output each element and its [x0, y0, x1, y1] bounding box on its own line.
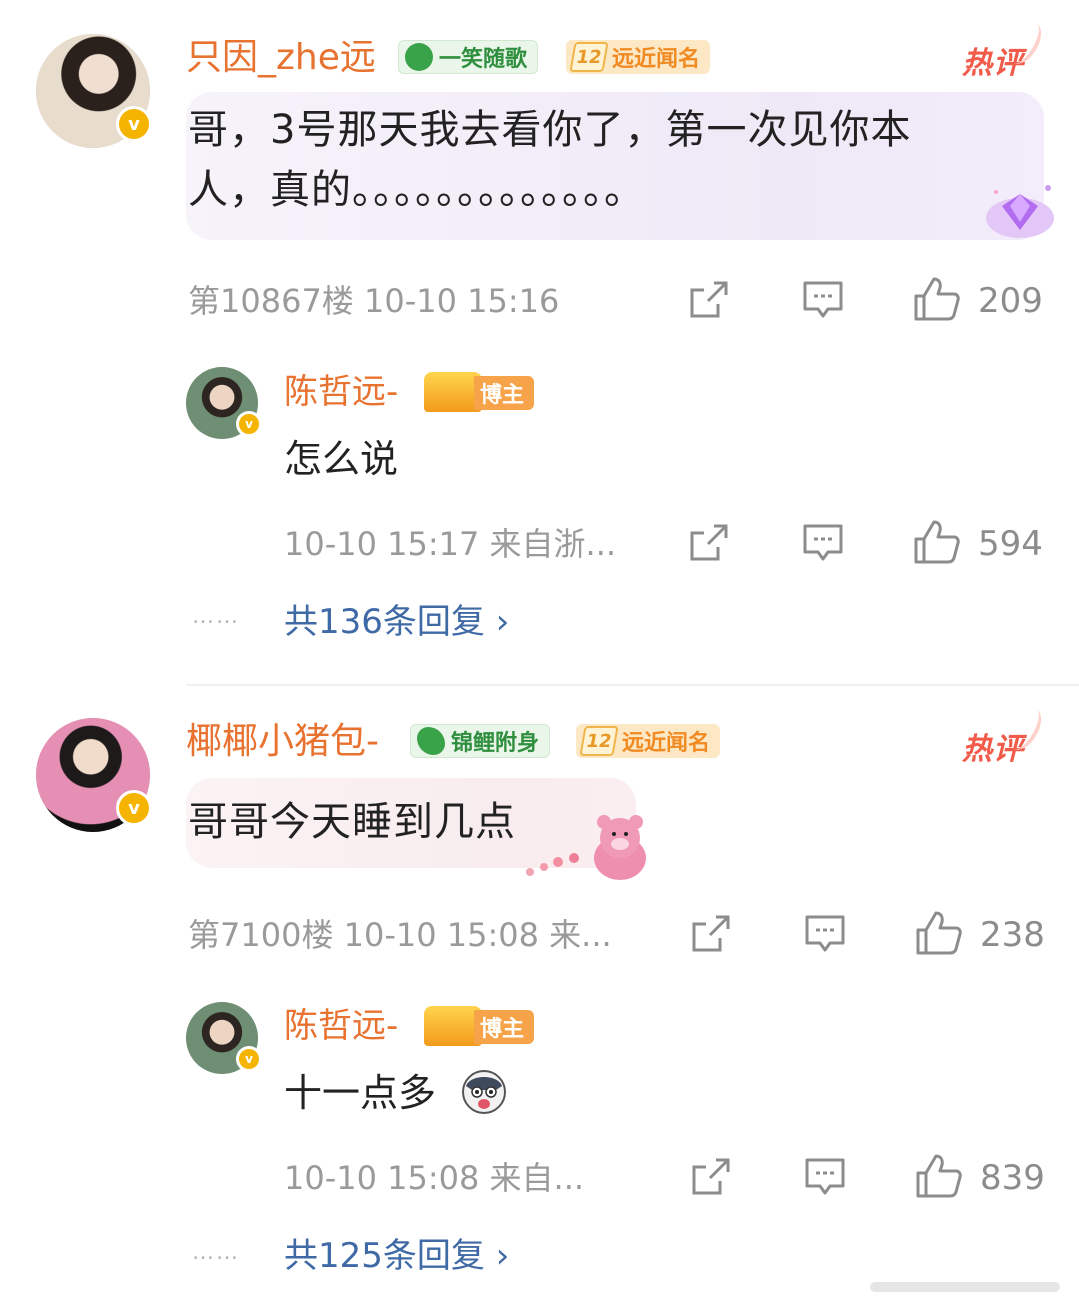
- reply-username[interactable]: 陈哲远-: [284, 370, 398, 414]
- hot-comment-tag: 热评: [962, 38, 1024, 82]
- share-icon[interactable]: [690, 1157, 732, 1197]
- reply-text: 怎么说: [284, 437, 399, 481]
- blogger-badge: 博主: [474, 1010, 535, 1044]
- fan-badge-label: 一笑随歌: [439, 47, 528, 72]
- level-number: 12: [569, 42, 609, 72]
- verified-icon: v: [236, 1046, 262, 1072]
- diamond-sticker-icon: [986, 185, 1054, 238]
- reply-username[interactable]: 陈哲远-: [284, 1004, 398, 1048]
- verified-icon: v: [116, 790, 152, 826]
- level-badge-label: 远近闻名: [622, 731, 711, 756]
- reply-meta: 10-10 15:17 来自浙...: [284, 525, 617, 563]
- comment-icon[interactable]: [802, 523, 844, 563]
- level-badge[interactable]: 12 远近闻名: [576, 724, 721, 758]
- reply-avatar[interactable]: v: [186, 367, 262, 439]
- like-icon[interactable]: [912, 276, 960, 322]
- comment-icon[interactable]: [802, 280, 844, 320]
- comment-meta: 第7100楼 10-10 15:08 来...: [188, 916, 612, 954]
- fan-badge-label: 锦鲤附身: [451, 731, 540, 756]
- commenter-username[interactable]: 椰椰小猪包-: [186, 720, 379, 764]
- share-icon[interactable]: [688, 280, 730, 320]
- comment-text-line1: 哥，3号那天我去看你了，第一次见你本: [188, 107, 912, 153]
- doge-emoji-icon: [462, 1070, 506, 1114]
- fan-badge[interactable]: 一笑随歌: [398, 40, 539, 74]
- commenter-username[interactable]: 只因_zhe远: [186, 36, 376, 80]
- scroll-indicator: [870, 1282, 1060, 1292]
- koi-icon: [417, 727, 445, 755]
- reply-meta: 10-10 15:08 来自...: [284, 1159, 585, 1197]
- like-icon[interactable]: [914, 910, 962, 956]
- level-badge-label: 远近闻名: [612, 47, 701, 72]
- comment-text-line2: 人，真的。。。。。。。。。。。。。: [188, 167, 645, 213]
- share-icon[interactable]: [690, 914, 732, 954]
- blogger-badge: 博主: [474, 376, 535, 410]
- reply-avatar[interactable]: v: [186, 1002, 262, 1074]
- reply-text: 十一点多: [284, 1071, 437, 1115]
- comment-divider: [186, 684, 1079, 686]
- level-number: 12: [579, 726, 619, 756]
- like-icon[interactable]: [912, 519, 960, 565]
- view-replies-link[interactable]: 共136条回复 ›: [284, 602, 509, 642]
- comment-meta: 第10867楼 10-10 15:16: [188, 282, 560, 320]
- comment-icon[interactable]: [804, 1157, 846, 1197]
- commenter-avatar[interactable]: v: [36, 718, 152, 832]
- more-dots: ……: [192, 1240, 240, 1265]
- like-count: 594: [978, 524, 1043, 564]
- comment-icon[interactable]: [804, 914, 846, 954]
- verified-icon: v: [116, 106, 152, 142]
- more-dots: ……: [192, 604, 240, 629]
- like-icon[interactable]: [914, 1153, 962, 1199]
- level-badge[interactable]: 12 远近闻名: [566, 40, 711, 74]
- like-count: 238: [980, 915, 1045, 955]
- share-icon[interactable]: [688, 523, 730, 563]
- fan-badge[interactable]: 锦鲤附身: [410, 724, 551, 758]
- comment-text-line1: 哥哥今天睡到几点: [188, 799, 516, 845]
- bear-sticker-icon: [526, 815, 646, 880]
- like-count: 839: [980, 1158, 1045, 1198]
- commenter-avatar[interactable]: v: [36, 34, 152, 148]
- view-replies-link[interactable]: 共125条回复 ›: [284, 1236, 509, 1276]
- like-count: 209: [978, 281, 1043, 321]
- hot-comment-tag: 热评: [962, 724, 1024, 768]
- verified-icon: v: [236, 411, 262, 437]
- clover-icon: [405, 43, 433, 71]
